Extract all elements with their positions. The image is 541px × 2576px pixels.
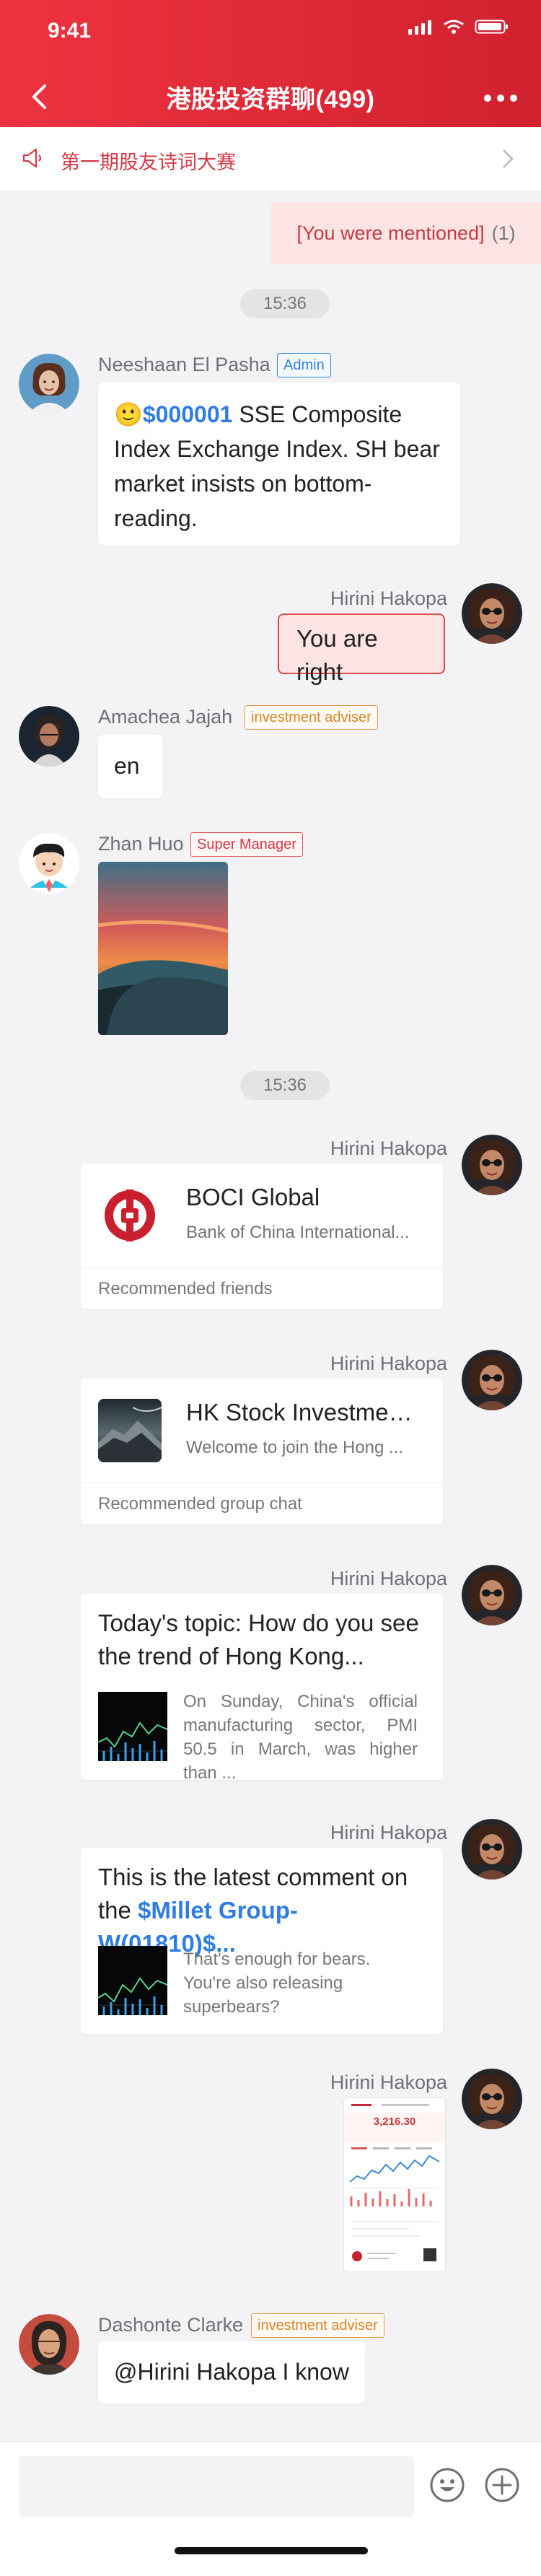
shared-image[interactable] [98, 862, 228, 1035]
bottom-input-bar [0, 2441, 541, 2576]
comment-chart-thumbnail [97, 1946, 168, 2015]
avatar-neeshaan-icon [19, 354, 79, 414]
avatar[interactable] [462, 2069, 522, 2129]
chart-thumbnail-icon [97, 1692, 168, 1761]
sender-name: Hirini Hakopa [330, 1568, 447, 1589]
role-badge: investment adviser [245, 705, 378, 730]
speaker-icon [22, 148, 42, 168]
more-dots-icon [484, 95, 517, 102]
comment-card[interactable]: This is the latest comment on the $Mille… [81, 1848, 443, 2034]
topic-title: Today's topic: How do you see the trend … [98, 1610, 419, 1669]
message-text: You are right [296, 625, 378, 686]
mention-label: [You were mentioned] [296, 222, 485, 244]
role-badge: investment adviser [251, 2313, 384, 2338]
sender-name: Hirini Hakopa [330, 588, 447, 609]
sender-name: Zhan Huo [98, 833, 184, 855]
avatar-hirini-icon [462, 1819, 522, 1879]
sender-name: Hirini Hakopa [330, 1353, 447, 1374]
topic-chart-thumbnail [97, 1692, 168, 1761]
admin-badge: Admin [277, 353, 331, 377]
card-footer: Recommended group chat [98, 1494, 302, 1514]
friend-card[interactable]: BOCI Global Bank of China International.… [81, 1163, 443, 1309]
smile-emoji-icon: 🙂 [114, 401, 143, 427]
card-title: HK Stock Investment... [186, 1399, 415, 1425]
avatar-dashonte-icon [19, 2314, 79, 2375]
topic-description: On Sunday, China's official manufacturin… [183, 1692, 418, 1780]
chart-value-text: 3,216.30 [373, 2116, 416, 2128]
avatar[interactable] [462, 1819, 522, 1879]
card-title: BOCI Global [186, 1184, 320, 1210]
message-input[interactable] [19, 2456, 414, 2517]
role-badge: Super Manager [190, 832, 303, 857]
text-message: 🙂$000001 SSE Composite Index Exchange In… [98, 383, 460, 546]
timestamp-chip: 15:36 [240, 1071, 330, 1100]
avatar[interactable] [19, 2314, 79, 2375]
signal-icon [408, 20, 431, 35]
sender-name: Neeshaan El Pasha [98, 354, 270, 375]
chevron-right-icon [503, 149, 514, 168]
group-card-body: HK Stock Investment... Welcome to join t… [81, 1379, 443, 1483]
home-indicator [175, 2547, 368, 2554]
sender-name: Hirini Hakopa [330, 1138, 447, 1159]
avatar-zhan-icon [19, 833, 79, 894]
avatar[interactable] [462, 1135, 522, 1195]
sender-name: Hirini Hakopa [330, 2071, 447, 2093]
card-subtitle: Welcome to join the Hong ... [186, 1438, 404, 1457]
avatar[interactable] [19, 354, 79, 414]
plus-icon[interactable] [482, 2465, 522, 2505]
group-card[interactable]: HK Stock Investment... Welcome to join t… [81, 1379, 443, 1524]
mention-chip[interactable]: [You were mentioned] (1) [271, 202, 541, 264]
battery-icon [475, 19, 508, 34]
sender-name: Dashonte Clarke [98, 2314, 244, 2336]
chat-title: 港股投资群聊(499) [166, 86, 375, 113]
avatar-hirini-icon [462, 1350, 522, 1410]
stock-link[interactable]: $000001 [143, 401, 233, 427]
announcement-bar[interactable]: 第一期股友诗词大赛 [0, 127, 541, 191]
boci-logo [98, 1184, 162, 1247]
comment-description: That's enough for bears. You're also rel… [183, 1950, 371, 2017]
message-text: @Hirini Hakopa I know [114, 2359, 349, 2385]
mention-count: (1) [491, 222, 516, 244]
friend-card-body: BOCI Global Bank of China International.… [81, 1163, 443, 1268]
chart-screenshot[interactable]: 3,216.30 [343, 2097, 446, 2272]
avatar[interactable] [462, 583, 522, 644]
card-subtitle: Bank of China International... [186, 1223, 410, 1242]
status-time: 9:41 [48, 19, 92, 43]
status-icons [408, 18, 509, 35]
chart-thumbnail-icon [97, 1946, 168, 2015]
timestamp-chip: 15:36 [240, 289, 330, 318]
more-button[interactable] [478, 81, 524, 115]
sunset-photo-icon [98, 862, 228, 1035]
avatar-amachea-icon [19, 706, 79, 767]
nav-bar: 港股投资群聊(499) [0, 69, 541, 127]
wifi-icon [444, 19, 464, 34]
avatar[interactable] [462, 1565, 522, 1625]
text-message: @Hirini Hakopa I know [98, 2341, 365, 2403]
mountain-photo-icon [98, 1399, 162, 1462]
bank-logo-icon [105, 1189, 155, 1241]
top-header: 9:41 港股投资群聊(499) [0, 0, 541, 127]
sender-name: Hirini Hakopa [330, 1822, 447, 1843]
announcement-text: 第一期股友诗词大赛 [61, 152, 236, 173]
group-thumbnail [98, 1399, 162, 1462]
sent-message: You are right [278, 614, 445, 685]
avatar-hirini-icon [462, 1565, 522, 1625]
avatar-hirini-icon [462, 583, 522, 644]
avatar-hirini-icon [462, 2069, 522, 2129]
sender-name: Amachea Jajah [98, 706, 233, 728]
card-footer: Recommended friends [98, 1279, 273, 1298]
text-message: en [98, 735, 163, 798]
emoji-icon[interactable] [427, 2465, 467, 2505]
topic-card[interactable]: Today's topic: How do you see the trend … [81, 1594, 443, 1780]
avatar[interactable] [462, 1350, 522, 1410]
avatar-hirini-icon [462, 1135, 522, 1195]
avatar[interactable] [19, 706, 79, 767]
avatar[interactable] [19, 833, 79, 894]
message-text: en [114, 753, 140, 779]
